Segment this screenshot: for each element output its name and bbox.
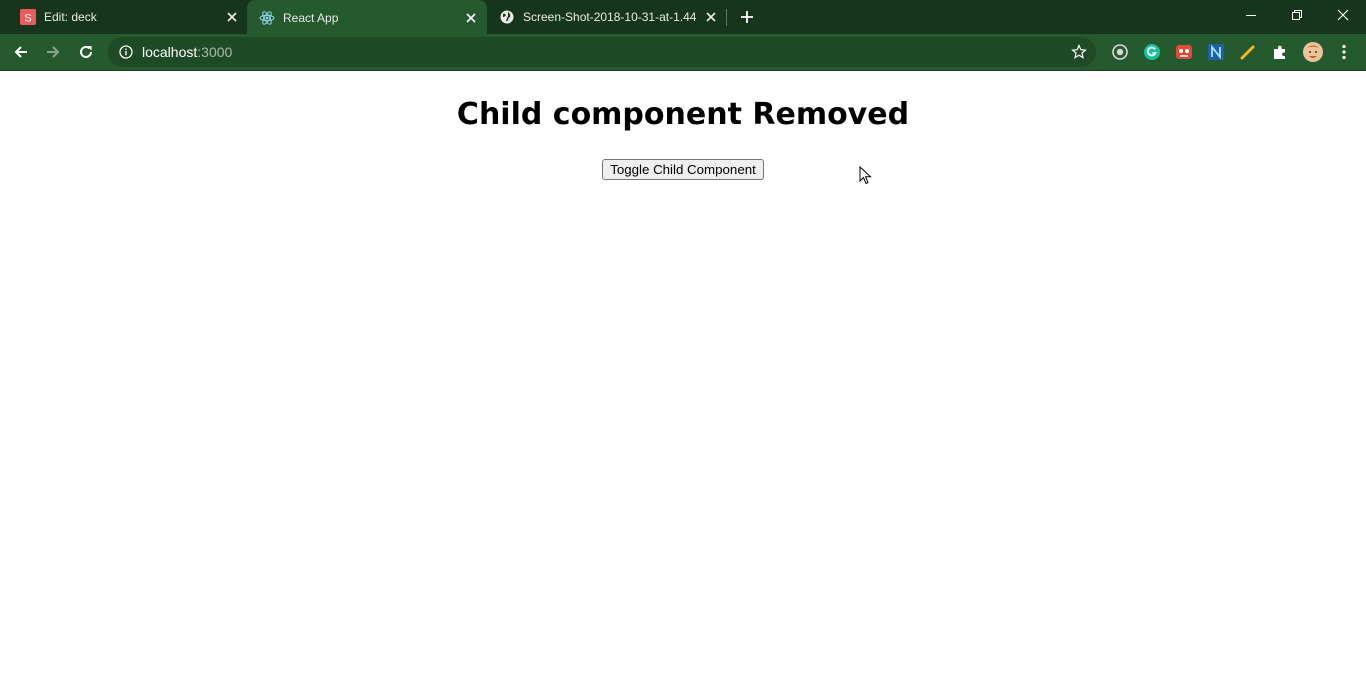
tab-title: Edit: deck <box>44 10 97 24</box>
url-text: localhost:3000 <box>142 44 232 60</box>
puzzle-icon[interactable] <box>1270 42 1290 62</box>
tab-screenshot[interactable]: Screen-Shot-2018-10-31-at-1.44 <box>487 0 727 34</box>
browser-toolbar: localhost:3000 <box>0 34 1366 71</box>
profile-avatar[interactable] <box>1302 41 1324 63</box>
tab-title: React App <box>283 11 339 25</box>
minimize-icon[interactable] <box>1228 0 1274 30</box>
n-ext-icon[interactable] <box>1206 42 1226 62</box>
url-host: localhost <box>142 44 198 60</box>
menu-icon[interactable] <box>1334 42 1354 62</box>
page-content: Child component Removed Toggle Child Com… <box>0 71 1366 673</box>
tab-separator <box>726 9 727 26</box>
close-tab-icon[interactable] <box>463 10 479 26</box>
bookmark-star-icon[interactable] <box>1070 43 1088 61</box>
tab-edit-deck[interactable]: S Edit: deck <box>8 0 248 34</box>
red-ext-icon[interactable] <box>1174 42 1194 62</box>
forward-arrow-icon[interactable] <box>40 39 66 65</box>
tab-strip: S Edit: deck React App Screen-Shot-2018-… <box>0 0 1366 36</box>
mouse-pointer-icon <box>859 165 873 186</box>
toggle-child-button[interactable]: Toggle Child Component <box>602 159 764 180</box>
tab-react-app[interactable]: React App <box>247 0 487 36</box>
slides-s-icon: S <box>20 9 36 25</box>
new-tab-icon[interactable] <box>737 7 757 27</box>
reload-icon[interactable] <box>73 39 99 65</box>
globe-icon <box>499 9 515 25</box>
pencil-ext-icon[interactable] <box>1238 42 1258 62</box>
close-window-icon[interactable] <box>1320 0 1366 30</box>
info-icon[interactable] <box>118 44 134 60</box>
page-title: Child component Removed <box>456 97 910 132</box>
address-bar[interactable]: localhost:3000 <box>108 37 1096 67</box>
url-port: :3000 <box>197 44 233 60</box>
restore-icon[interactable] <box>1274 0 1320 30</box>
close-tab-icon[interactable] <box>703 9 719 25</box>
svg-text:S: S <box>24 13 31 25</box>
back-arrow-icon[interactable] <box>8 39 34 65</box>
react-icon <box>259 10 275 26</box>
circle-ext-icon[interactable] <box>1110 42 1130 62</box>
tab-title: Screen-Shot-2018-10-31-at-1.44 <box>523 10 697 24</box>
grammarly-icon[interactable] <box>1142 42 1162 62</box>
close-tab-icon[interactable] <box>224 9 240 25</box>
